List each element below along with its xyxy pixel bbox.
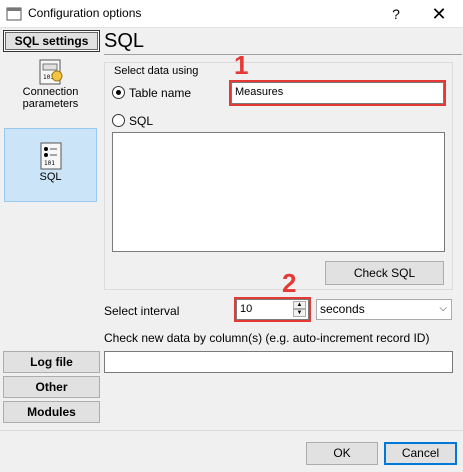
callout-1: 1: [234, 50, 249, 80]
table-name-radio[interactable]: [112, 86, 125, 99]
help-button[interactable]: ?: [383, 3, 409, 25]
nav-item-connection-parameters[interactable]: 101 Connection parameters: [4, 58, 97, 122]
nav-sql-settings[interactable]: SQL settings: [3, 30, 100, 52]
sql-radio-label: SQL: [129, 114, 154, 128]
title-divider: [104, 54, 462, 55]
nav-item-sql[interactable]: 101 SQL: [4, 128, 97, 202]
connection-parameters-icon: 101: [39, 59, 62, 85]
sql-icon: 101: [40, 142, 61, 170]
svg-text:101: 101: [44, 160, 55, 167]
interval-unit-select[interactable]: seconds ⌵: [316, 299, 452, 320]
check-sql-button[interactable]: Check SQL: [325, 261, 444, 285]
app-icon: [6, 7, 22, 21]
ok-button[interactable]: OK: [306, 442, 378, 465]
sql-textarea[interactable]: [112, 132, 445, 252]
table-name-label: Table name: [129, 86, 192, 100]
nav-log-file[interactable]: Log file: [3, 351, 100, 373]
interval-unit-value: seconds: [320, 302, 365, 316]
table-name-input[interactable]: Measures: [229, 80, 446, 106]
window-title: Configuration options: [28, 6, 142, 20]
close-button[interactable]: ✕: [424, 3, 454, 25]
nav-modules[interactable]: Modules: [3, 401, 100, 423]
title-bar: Configuration options ? ✕: [0, 0, 463, 28]
check-new-data-label: Check new data by column(s) (e.g. auto-i…: [104, 331, 430, 345]
callout-2: 2: [282, 268, 297, 298]
interval-up-button[interactable]: ▲: [293, 301, 306, 309]
interval-down-button[interactable]: ▼: [293, 309, 306, 317]
nav-other[interactable]: Other: [3, 376, 100, 398]
page-title: SQL: [104, 30, 145, 52]
check-new-data-input[interactable]: [104, 351, 453, 373]
sql-radio[interactable]: [112, 114, 125, 127]
connection-parameters-label: Connection parameters: [22, 86, 79, 110]
select-data-group-label: Select data using: [112, 65, 201, 77]
sql-label: SQL: [39, 171, 62, 183]
chevron-down-icon: ⌵: [439, 303, 447, 314]
select-interval-label: Select interval: [104, 304, 180, 318]
cancel-button[interactable]: Cancel: [384, 442, 457, 465]
